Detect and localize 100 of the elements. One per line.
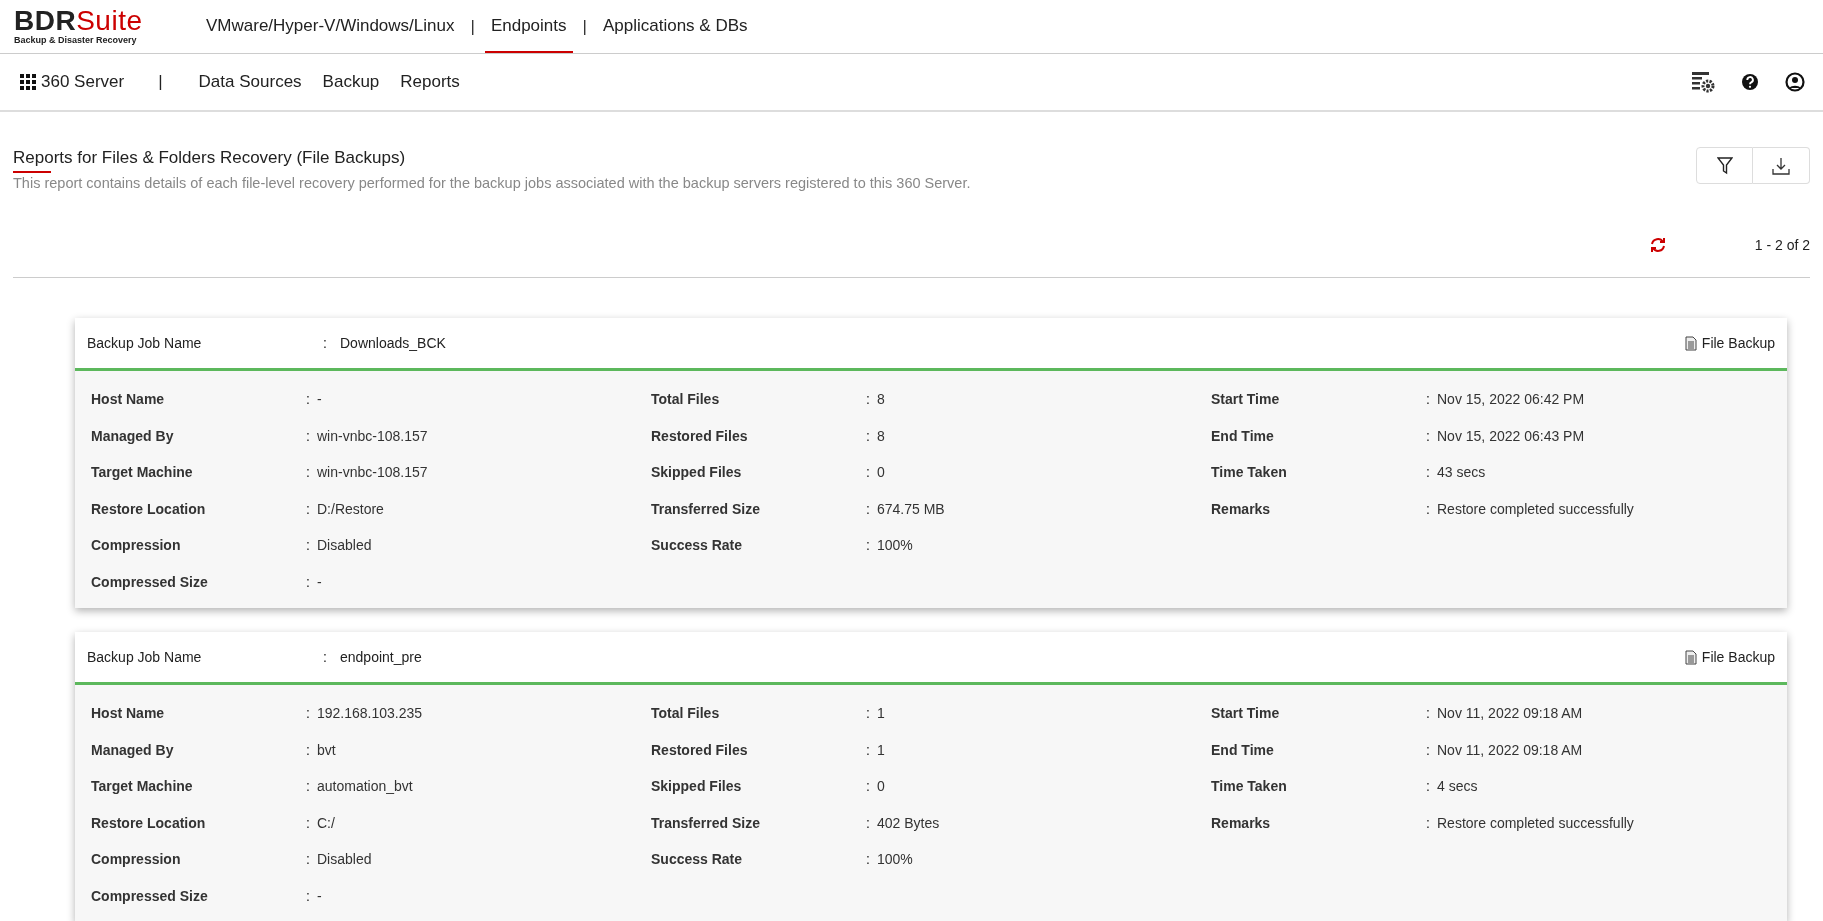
field-separator: :: [866, 537, 871, 554]
job-name: endpoint_pre: [340, 649, 422, 665]
page-description: This report contains details of each file-level recovery performed for the backup jobs associated with the backup servers registered to this 360 Server.: [13, 175, 971, 191]
nav-separator: |: [470, 15, 475, 38]
backup-type-label: File Backup: [1701, 335, 1775, 351]
field-value: Disabled: [317, 537, 372, 554]
field-label: Managed By: [91, 741, 175, 758]
field-label: Transferred Size: [651, 500, 761, 517]
logo-tagline: Backup & Disaster Recovery: [14, 35, 138, 45]
pagination-label: 1 - 2 of 2: [1754, 237, 1810, 253]
field-separator: :: [1426, 391, 1431, 408]
grid-icon[interactable]: [19, 73, 37, 91]
field-label: Remarks: [1211, 814, 1272, 831]
field-separator: :: [866, 427, 871, 444]
field-separator: :: [306, 851, 311, 868]
field-separator: :: [306, 391, 311, 408]
field-separator: :: [866, 464, 871, 481]
field-separator: :: [866, 391, 871, 408]
user-icon[interactable]: [1785, 72, 1805, 92]
field-value: 100%: [877, 851, 913, 868]
field-label: Compressed Size: [91, 887, 209, 904]
field-label: Transferred Size: [651, 814, 761, 831]
refresh-icon[interactable]: [1648, 237, 1667, 253]
field-value: 674.75 MB: [877, 500, 945, 517]
field-label: Compression: [91, 537, 182, 554]
field-separator: :: [306, 741, 311, 758]
field-separator: :: [306, 427, 311, 444]
field-separator: :: [306, 537, 311, 554]
field-label: Time Taken: [1211, 464, 1288, 481]
field-value: Restore completed successfully: [1437, 814, 1634, 831]
field-separator: :: [866, 500, 871, 517]
nav-tab[interactable]: VMware/Hyper-V/Windows/Linux: [200, 0, 461, 53]
field-value: 0: [877, 778, 885, 795]
field-value: Disabled: [317, 851, 372, 868]
menu-item[interactable]: Backup: [322, 72, 380, 92]
field-label: Host Name: [91, 705, 166, 722]
download-icon: [1772, 156, 1790, 175]
backup-type-label: File Backup: [1701, 649, 1775, 665]
field-value: 8: [877, 427, 885, 444]
field-value: 0: [877, 464, 885, 481]
help-icon[interactable]: [1741, 73, 1759, 91]
field-value: win-vnbc-108.157: [317, 427, 428, 444]
field-label: Restore Location: [91, 814, 207, 831]
field-value: 1: [877, 741, 885, 758]
field-separator: :: [866, 705, 871, 722]
menu-item[interactable]: Reports: [400, 72, 460, 92]
filter-icon: [1716, 156, 1733, 175]
field-separator: :: [1426, 705, 1431, 722]
field-label: Compressed Size: [91, 573, 209, 590]
field-separator: :: [323, 649, 328, 665]
server-label[interactable]: 360 Server: [41, 72, 125, 92]
field-label: Managed By: [91, 427, 175, 444]
field-label: Remarks: [1211, 500, 1272, 517]
field-separator: :: [866, 778, 871, 795]
field-value: bvt: [317, 741, 336, 758]
brand-logo: BDRSuite: [14, 8, 144, 34]
field-separator: :: [323, 335, 328, 351]
field-separator: :: [866, 851, 871, 868]
field-value: 100%: [877, 537, 913, 554]
nav-tab[interactable]: Applications & DBs: [596, 0, 754, 53]
nav-separator: |: [158, 72, 163, 92]
field-label: Time Taken: [1211, 778, 1288, 795]
field-separator: :: [1426, 464, 1431, 481]
field-value: 4 secs: [1437, 778, 1478, 795]
field-separator: :: [1426, 500, 1431, 517]
field-separator: :: [306, 500, 311, 517]
nav-separator: |: [582, 15, 587, 38]
page-title: Reports for Files & Folders Recovery (File Backups): [13, 148, 406, 168]
field-label: Target Machine: [91, 464, 194, 481]
document-icon: [1684, 335, 1697, 351]
field-value: 43 secs: [1437, 464, 1486, 481]
field-separator: :: [306, 705, 311, 722]
field-label: Total Files: [651, 391, 721, 408]
field-value: Nov 11, 2022 09:18 AM: [1437, 741, 1583, 758]
download-button[interactable]: [1753, 147, 1810, 184]
field-value: 1: [877, 705, 885, 722]
menu-item[interactable]: Data Sources: [198, 72, 302, 92]
field-value: -: [317, 573, 322, 590]
field-label: Skipped Files: [651, 464, 743, 481]
field-separator: :: [866, 741, 871, 758]
field-label: Restored Files: [651, 427, 749, 444]
field-separator: :: [306, 814, 311, 831]
field-separator: :: [306, 573, 311, 590]
field-separator: :: [306, 887, 311, 904]
field-separator: :: [1426, 778, 1431, 795]
field-separator: :: [306, 464, 311, 481]
server-settings-icon[interactable]: [1691, 70, 1715, 94]
field-value: Restore completed successfully: [1437, 500, 1634, 517]
field-separator: :: [1426, 814, 1431, 831]
field-value: win-vnbc-108.157: [317, 464, 428, 481]
nav-tab[interactable]: Endpoints: [484, 0, 573, 53]
field-label: End Time: [1211, 741, 1275, 758]
field-value: 192.168.103.235: [317, 705, 423, 722]
field-label: Restore Location: [91, 500, 207, 517]
field-label: Compression: [91, 851, 182, 868]
filter-button[interactable]: [1696, 147, 1753, 184]
field-value: automation_bvt: [317, 778, 413, 795]
field-label: Skipped Files: [651, 778, 743, 795]
field-value: Nov 11, 2022 09:18 AM: [1437, 705, 1583, 722]
field-value: 402 Bytes: [877, 814, 940, 831]
